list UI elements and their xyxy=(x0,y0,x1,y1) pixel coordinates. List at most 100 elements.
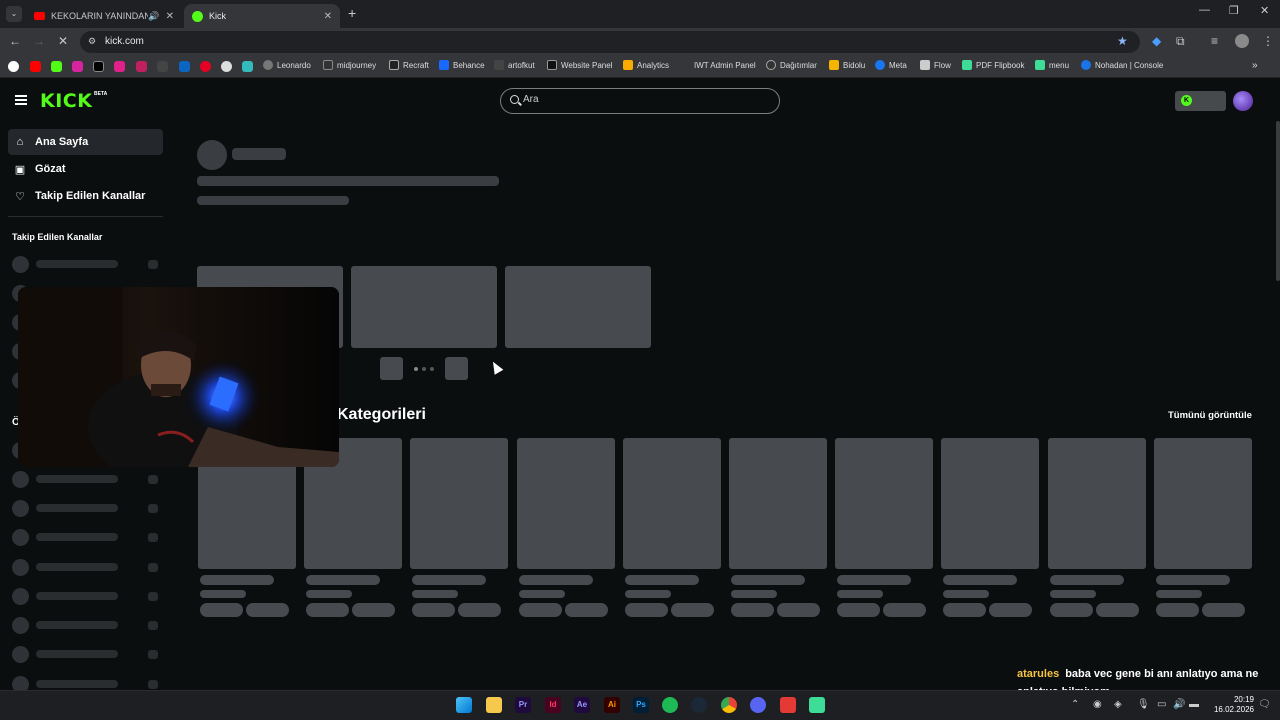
search-bar[interactable] xyxy=(500,88,780,114)
sparkle-bookmark-icon[interactable] xyxy=(242,61,253,72)
carousel-dot[interactable] xyxy=(414,367,418,371)
close-tab-icon[interactable]: ✕ xyxy=(324,11,332,22)
y-bookmark-icon[interactable] xyxy=(114,61,125,72)
category-card[interactable] xyxy=(516,438,615,569)
hamburger-menu-icon[interactable] xyxy=(15,95,27,105)
kick-bookmark-icon[interactable] xyxy=(51,61,62,72)
category-card[interactable] xyxy=(729,438,827,569)
google-bookmark-icon[interactable] xyxy=(8,61,19,72)
bookmark-flow[interactable]: Flow xyxy=(920,60,951,70)
browser-tab-youtube[interactable]: KEKOLARIN YANINDAN KA 🔊 ✕ xyxy=(26,4,182,28)
sidebar-item-home[interactable]: ⌂ Ana Sayfa xyxy=(8,129,163,155)
bookmark-recraft[interactable]: Recraft xyxy=(389,60,429,70)
microphone-icon[interactable]: 🎙 xyxy=(1137,699,1150,710)
spotify-icon[interactable] xyxy=(662,697,678,713)
bookmark-website-panel[interactable]: Website Panel xyxy=(547,60,612,70)
network-icon[interactable]: ▭ xyxy=(1157,699,1166,710)
bookmark-meta[interactable]: Meta xyxy=(875,60,907,70)
audio-icon[interactable]: 🔊 xyxy=(148,11,159,22)
bookmark-dagitimlar[interactable]: Dağıtımlar xyxy=(766,60,817,70)
kick-logo[interactable]: KICK xyxy=(40,90,92,112)
tab-list-dropdown-icon[interactable]: ⌄ xyxy=(6,6,22,22)
browser-menu-icon[interactable]: ⋮ xyxy=(1262,34,1274,48)
after-effects-icon[interactable]: Ae xyxy=(574,697,590,713)
premiere-icon[interactable]: Pr xyxy=(515,697,531,713)
carousel-card[interactable] xyxy=(505,266,651,348)
extensions-puzzle-icon[interactable]: ⧉ xyxy=(1176,34,1185,49)
search-input[interactable] xyxy=(523,94,763,105)
category-card[interactable] xyxy=(835,438,934,569)
stop-loading-icon[interactable]: ✕ xyxy=(58,34,68,48)
bookmark-analytics[interactable]: Analytics xyxy=(623,60,669,70)
notification-icon[interactable]: 🗨 xyxy=(1258,699,1271,710)
category-tag-skeleton xyxy=(883,603,927,617)
system-clock[interactable]: 20:19 16.02.2026 xyxy=(1208,695,1254,715)
page-scrollbar[interactable] xyxy=(1276,121,1280,281)
carousel-dot[interactable] xyxy=(430,367,434,371)
chatgpt-bookmark-icon[interactable] xyxy=(221,61,232,72)
windows-start-icon[interactable] xyxy=(456,697,472,713)
category-card[interactable] xyxy=(941,438,1040,569)
indesign-icon[interactable]: Id xyxy=(545,697,561,713)
tray-overflow-icon[interactable]: ⌃ xyxy=(1071,699,1079,710)
linkedin-bookmark-icon[interactable] xyxy=(179,61,190,72)
volume-icon[interactable]: 🔊 xyxy=(1173,699,1185,710)
app-green-icon[interactable] xyxy=(809,697,825,713)
behance-small-bookmark-icon[interactable] xyxy=(136,61,147,72)
carousel-next-button[interactable] xyxy=(445,357,468,380)
profile-avatar[interactable] xyxy=(1235,34,1249,48)
sidebar-item-following[interactable]: ♡ Takip Edilen Kanallar xyxy=(8,183,163,209)
bookmark-bidolu[interactable]: Bidolu xyxy=(829,60,865,70)
category-card[interactable] xyxy=(410,438,509,569)
back-icon[interactable]: ← xyxy=(9,34,21,48)
bookmark-star-icon[interactable]: ★ xyxy=(1117,34,1128,48)
close-tab-icon[interactable]: ✕ xyxy=(166,11,174,22)
bookmark-leonardo[interactable]: Leonardo xyxy=(263,60,311,70)
pinterest-bookmark-icon[interactable] xyxy=(200,61,211,72)
kick-wallet-button[interactable]: K xyxy=(1175,91,1226,111)
minimize-icon[interactable]: — xyxy=(1199,4,1210,16)
user-avatar[interactable] xyxy=(1233,91,1253,111)
category-card[interactable] xyxy=(1047,438,1146,569)
bookmark-artofkut[interactable]: artofkut xyxy=(494,60,535,70)
carousel-card[interactable] xyxy=(351,266,497,348)
battery-icon[interactable]: ▬ xyxy=(1189,699,1199,710)
tray-steam-icon[interactable]: ◈ xyxy=(1114,699,1122,710)
sidebar-item-browse[interactable]: ▣ Gözat xyxy=(8,156,163,182)
youtube-bookmark-icon[interactable] xyxy=(30,61,41,72)
bookmark-behance[interactable]: Behance xyxy=(439,60,485,70)
photoshop-icon[interactable]: Ps xyxy=(633,697,649,713)
site-info-icon[interactable]: ⚙ xyxy=(88,36,96,47)
more-bookmarks-icon[interactable]: » xyxy=(1252,60,1258,71)
address-bar[interactable]: ⚙ kick.com ★ xyxy=(80,31,1140,53)
sidebar-item-label: Gözat xyxy=(35,163,66,175)
steam-icon[interactable] xyxy=(691,697,707,713)
browser-tab-kick[interactable]: Kick ✕ xyxy=(184,4,340,28)
view-all-link[interactable]: Tümünü görüntüle xyxy=(1168,410,1252,421)
forward-icon[interactable]: → xyxy=(33,34,45,48)
tray-app-icon[interactable]: ◉ xyxy=(1093,699,1102,710)
discord-icon[interactable] xyxy=(750,697,766,713)
new-tab-button[interactable]: + xyxy=(348,5,356,21)
x-bookmark-icon[interactable] xyxy=(93,61,104,72)
file-explorer-icon[interactable] xyxy=(486,697,502,713)
category-card[interactable] xyxy=(622,438,721,569)
upwork-bookmark-icon[interactable] xyxy=(157,61,168,72)
bookmark-midjourney[interactable]: midjourney xyxy=(323,60,376,70)
carousel-dot[interactable] xyxy=(422,367,426,371)
url-text[interactable]: kick.com xyxy=(105,36,144,47)
voicemod-icon[interactable] xyxy=(780,697,796,713)
bookmark-pdf-flipbook[interactable]: PDF Flipbook xyxy=(962,60,1024,70)
extension-blue-icon[interactable]: ◆ xyxy=(1152,34,1161,48)
chrome-icon[interactable] xyxy=(721,697,737,713)
bookmark-iwt-admin[interactable]: IWT Admin Panel xyxy=(680,60,756,70)
restore-icon[interactable]: ❐ xyxy=(1229,4,1239,17)
carousel-prev-button[interactable] xyxy=(380,357,403,380)
media-control-icon[interactable]: ≡ xyxy=(1211,34,1218,48)
category-card[interactable] xyxy=(1153,438,1252,569)
illustrator-icon[interactable]: Ai xyxy=(604,697,620,713)
bookmark-nohadan-console[interactable]: Nohadan | Console xyxy=(1081,60,1163,70)
instagram-bookmark-icon[interactable] xyxy=(72,61,83,72)
bookmark-menu[interactable]: menu xyxy=(1035,60,1069,70)
close-window-icon[interactable]: ✕ xyxy=(1260,4,1269,17)
